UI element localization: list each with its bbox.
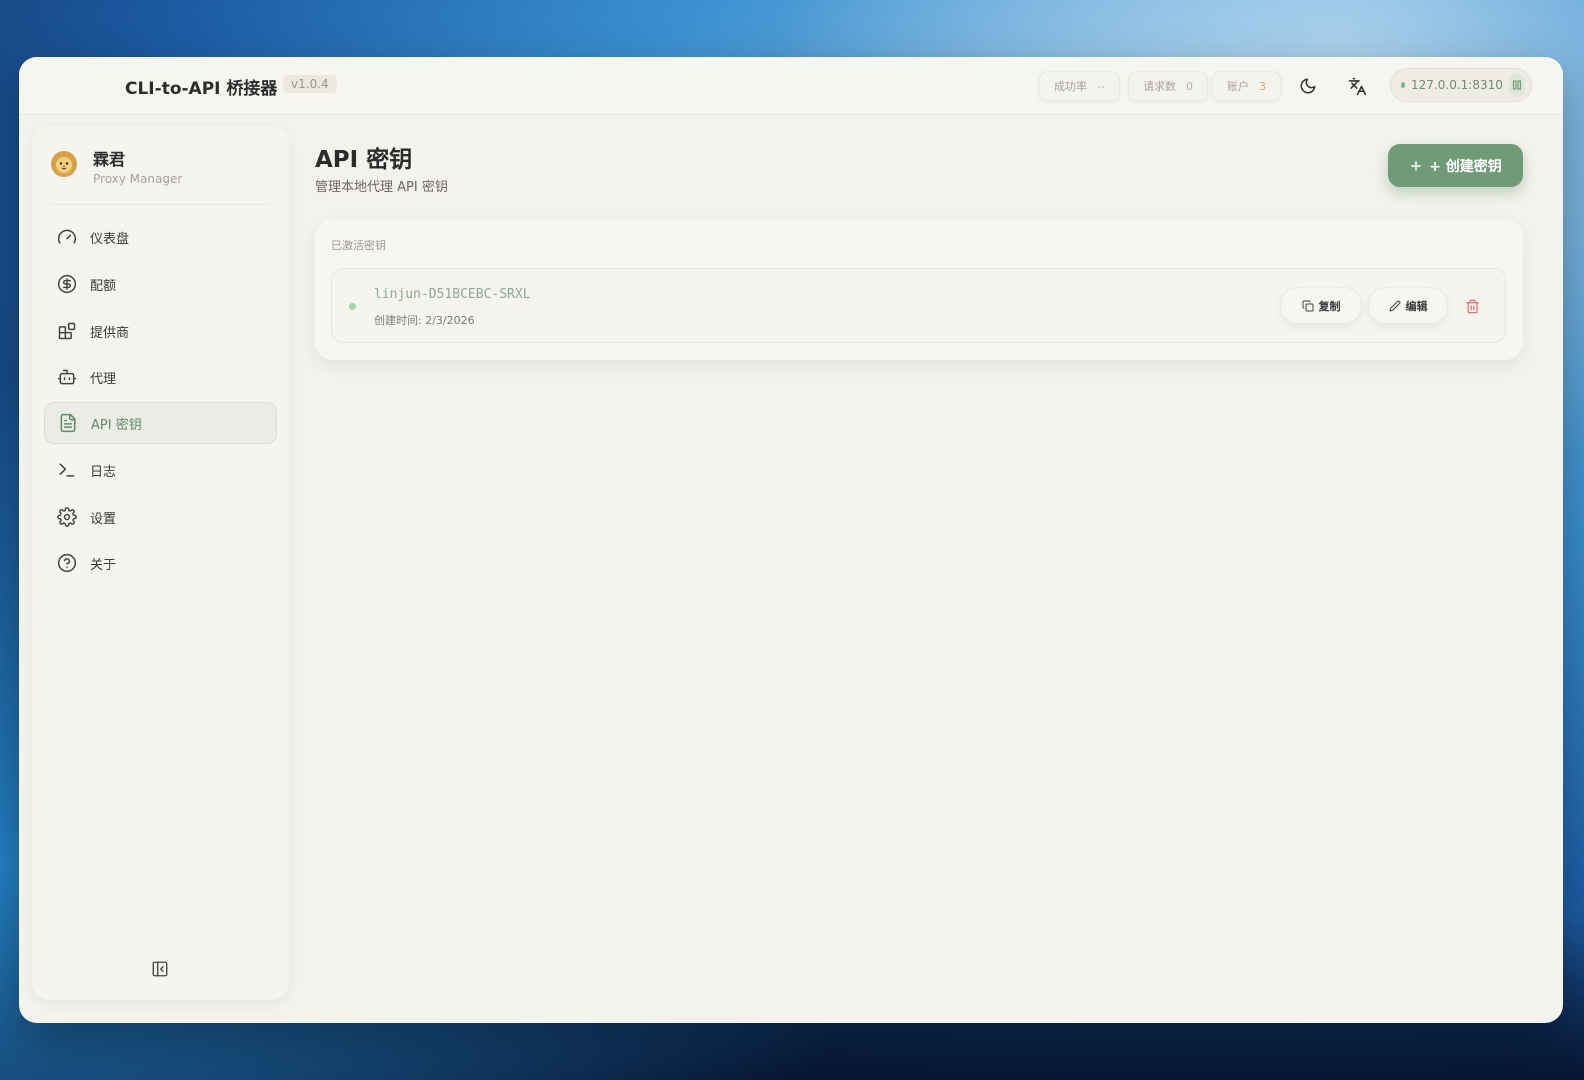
edit-button[interactable]: 编辑 xyxy=(1368,287,1448,324)
lion-logo-icon xyxy=(50,150,78,178)
help-circle-icon xyxy=(57,553,77,573)
trash-icon[interactable] xyxy=(1462,296,1482,316)
brand-divider xyxy=(50,204,271,205)
copy-icon xyxy=(1302,300,1313,311)
success-rate-label: 成功率 xyxy=(1054,80,1087,93)
terminal-icon xyxy=(59,463,75,477)
requests-label: 请求数 xyxy=(1143,80,1176,93)
moon-icon[interactable] xyxy=(1295,73,1321,99)
plus-icon xyxy=(1411,160,1421,171)
brand-name: 霖君 xyxy=(93,150,126,169)
sidebar-item-label: API 密钥 xyxy=(91,417,142,433)
sidebar-item-label: 代理 xyxy=(90,371,117,387)
sidebar-item-quota[interactable]: 配额 xyxy=(44,263,277,305)
sidebar-item-label: 仪表盘 xyxy=(90,231,130,247)
brand-subtitle: Proxy Manager xyxy=(93,172,183,186)
gauge-icon xyxy=(57,229,77,244)
sidebar-item-providers[interactable]: 提供商 xyxy=(44,310,277,352)
page-subtitle: 管理本地代理 API 密钥 xyxy=(315,180,448,195)
dollar-circle-icon xyxy=(57,274,77,294)
sidebar-item-label: 提供商 xyxy=(90,325,130,341)
requests-chip: 请求数 0 xyxy=(1128,71,1208,101)
copy-label: 复制 xyxy=(1318,299,1341,313)
server-status-dot xyxy=(1401,82,1406,88)
gear-icon xyxy=(57,507,77,527)
requests-value: 0 xyxy=(1186,79,1193,93)
sidebar-item-logs[interactable]: 日志 xyxy=(44,449,277,491)
sidebar-item-label: 配额 xyxy=(90,278,117,294)
server-address: 127.0.0.1:8310 xyxy=(1411,78,1503,92)
create-key-label: + 创建密钥 xyxy=(1429,158,1502,175)
translate-icon[interactable] xyxy=(1344,73,1370,99)
pencil-icon xyxy=(1389,300,1400,311)
sidebar-item-api-keys[interactable]: API 密钥 xyxy=(44,402,277,444)
file-text-icon xyxy=(60,413,76,433)
sidebar-item-about[interactable]: 关于 xyxy=(44,542,277,584)
accounts-value: 3 xyxy=(1259,79,1266,93)
bot-icon xyxy=(57,369,77,385)
sidebar-item-agents[interactable]: 代理 xyxy=(44,356,277,398)
blocks-icon xyxy=(58,322,76,340)
key-status-dot xyxy=(349,303,356,310)
key-created-date: 创建时间: 2/3/2026 xyxy=(374,314,475,327)
create-key-button[interactable]: + 创建密钥 xyxy=(1388,144,1523,187)
app-title: CLI-to-API 桥接器 xyxy=(125,79,278,99)
copy-button[interactable]: 复制 xyxy=(1280,287,1362,324)
title-bar: CLI-to-API 桥接器 v1.0.4 成功率 -- 请求数 0 账户 3 … xyxy=(19,57,1563,115)
edit-label: 编辑 xyxy=(1405,299,1428,313)
app-window: CLI-to-API 桥接器 v1.0.4 成功率 -- 请求数 0 账户 3 … xyxy=(19,57,1563,1023)
sidebar-item-label: 关于 xyxy=(90,557,117,573)
page-title: API 密钥 xyxy=(315,147,413,173)
pause-icon[interactable] xyxy=(1508,73,1525,97)
key-name: linjun-D51BCEBC-SRXL xyxy=(374,287,531,302)
server-status-pill[interactable]: 127.0.0.1:8310 xyxy=(1390,68,1532,102)
sidebar-item-label: 设置 xyxy=(90,511,117,527)
panel-collapse-icon[interactable] xyxy=(149,958,171,980)
list-item: linjun-D51BCEBC-SRXL 创建时间: 2/3/2026 复制 编… xyxy=(331,268,1506,343)
sidebar-item-dashboard[interactable]: 仪表盘 xyxy=(44,216,277,258)
success-rate-value: -- xyxy=(1097,79,1105,93)
sidebar-item-label: 日志 xyxy=(90,464,117,480)
sidebar: 霖君 Proxy Manager 仪表盘 配额 提供商 代理 API 密钥 日志 xyxy=(32,126,289,1000)
section-label: 已激活密钥 xyxy=(331,239,386,252)
success-rate-chip: 成功率 -- xyxy=(1039,71,1120,101)
accounts-chip: 账户 3 xyxy=(1212,71,1281,101)
version-badge: v1.0.4 xyxy=(283,75,337,93)
accounts-label: 账户 xyxy=(1227,80,1249,93)
active-keys-card: 已激活密钥 linjun-D51BCEBC-SRXL 创建时间: 2/3/202… xyxy=(315,219,1523,360)
sidebar-item-settings[interactable]: 设置 xyxy=(44,496,277,538)
